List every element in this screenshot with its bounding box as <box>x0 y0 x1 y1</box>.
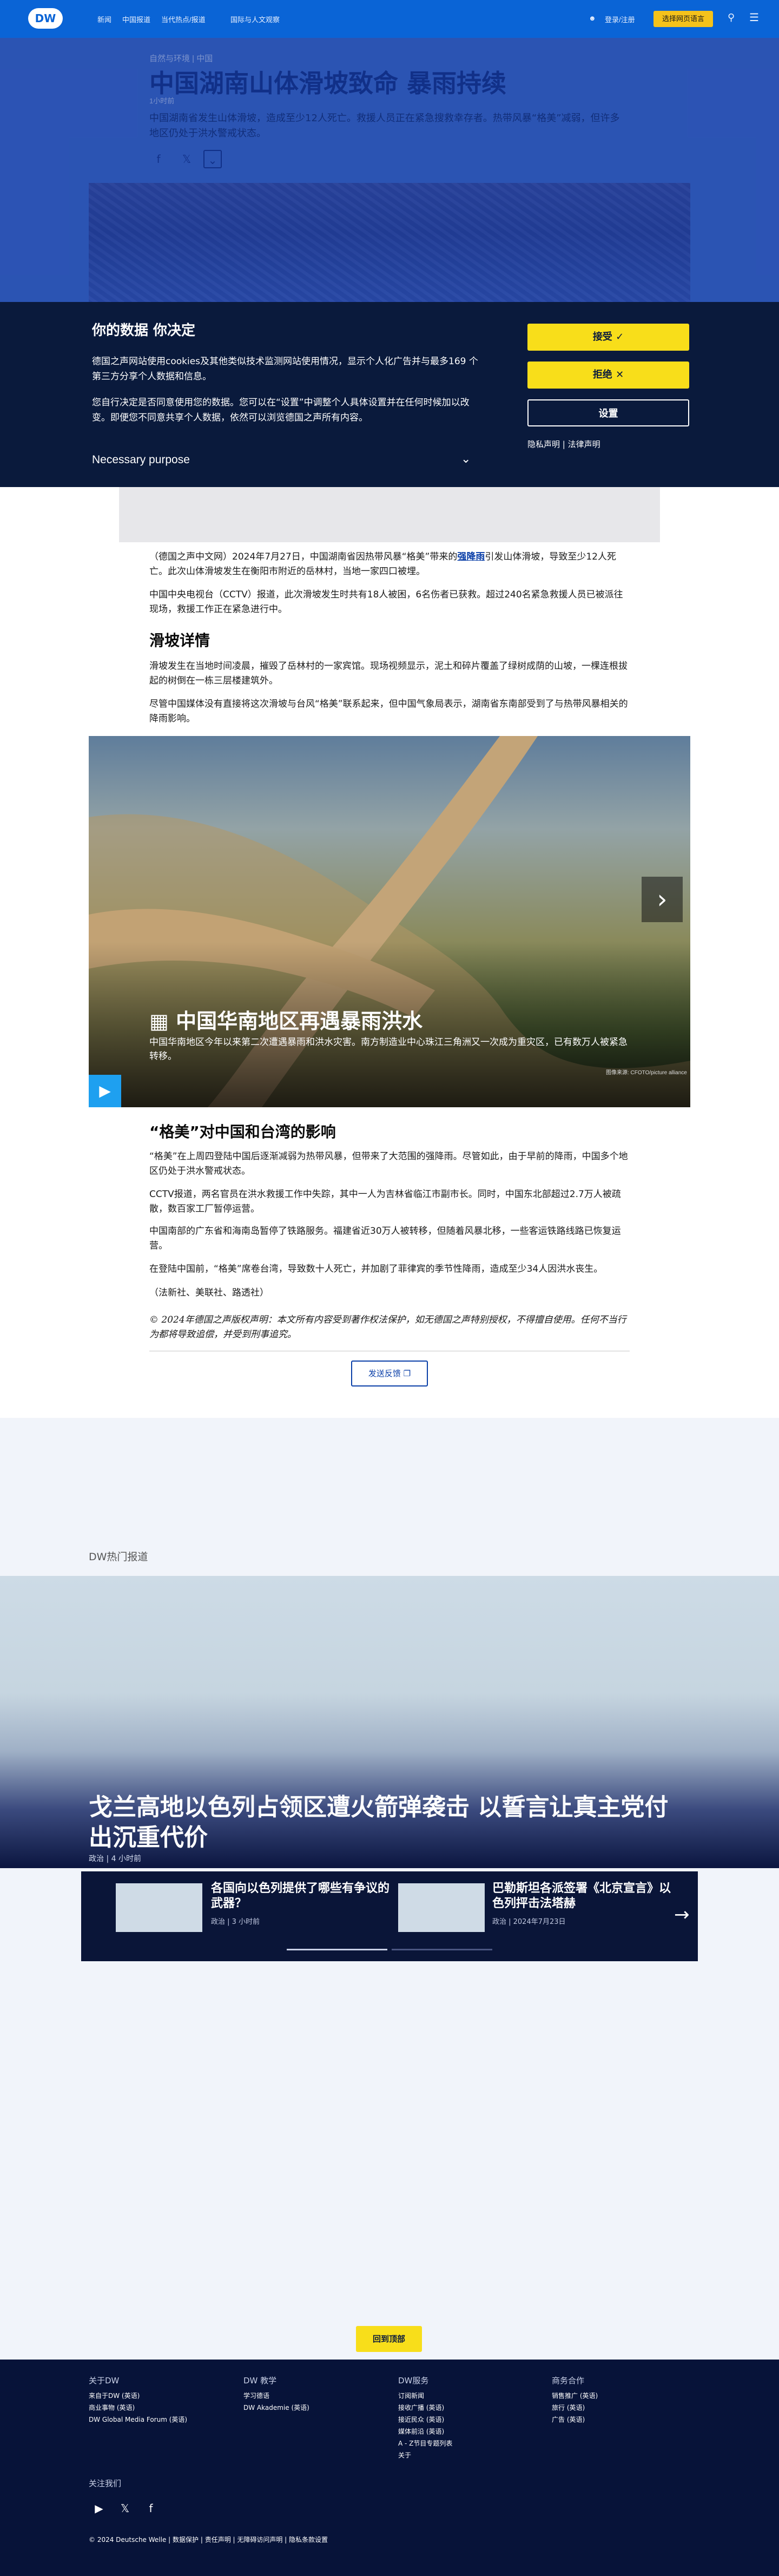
footer-link[interactable]: 接近民众 (英语) <box>398 2415 444 2424</box>
footer-link[interactable]: 媒体前沿 (英语) <box>398 2427 444 2436</box>
footer-link[interactable]: DW Akademie (英语) <box>243 2403 309 2412</box>
paragraph-5: “格美”在上周四登陆中国后逐渐减弱为热带风暴，但带来了大范围的强降雨。尽管如此，… <box>149 1151 628 1177</box>
login-link[interactable]: 登录/注册 <box>605 14 635 24</box>
footer-link[interactable]: 广告 (英语) <box>552 2415 585 2424</box>
next-arrow-icon[interactable]: › <box>642 877 683 922</box>
page: DW 新闻 中国报道 当代热点/报道 国际与人文观察 ☻ 登录/注册 选择网页语… <box>0 0 779 2576</box>
paragraph-1: （德国之声中文网）2024年7月27日，中国湖南省因热带风暴“格美”带来的强降雨… <box>149 551 616 577</box>
accept-button[interactable]: 接受 ✓ <box>527 324 689 351</box>
arrow-right-icon[interactable]: → <box>674 1904 690 1926</box>
gallery-caption: 中国华南地区今年以来第二次遭遇暴雨和洪水灾害。南方制造业中心珠江三角洲又一次成为… <box>149 1037 628 1062</box>
menu-icon[interactable]: ☰ <box>749 11 759 24</box>
hot-news-label: DW热门报道 <box>89 1551 148 1563</box>
x-icon[interactable]: 𝕏 <box>116 2499 134 2518</box>
settings-button[interactable]: 设置 <box>527 399 689 426</box>
footer-link[interactable]: 商业事物 (英语) <box>89 2403 135 2412</box>
cookie-title: 你的数据 你决定 <box>92 323 196 339</box>
search-icon[interactable]: ⚲ <box>728 12 735 23</box>
card-meta-1: 政治 | 3 小时前 <box>211 1918 260 1926</box>
footer-legal-links[interactable]: © 2024 Deutsche Welle | 数据保护 | 责任声明 | 无障… <box>89 2535 328 2544</box>
paragraph-3: 滑坡发生在当地时间凌晨，摧毁了岳林村的一家宾馆。现场视频显示，泥土和碎片覆盖了绿… <box>149 661 628 686</box>
hot-news-meta: 政治 | 4 小时前 <box>89 1855 141 1863</box>
modal-dim-overlay <box>0 38 779 303</box>
reject-button[interactable]: 拒绝 ✕ <box>527 362 689 389</box>
nav-item-china[interactable]: 中国报道 <box>122 14 150 24</box>
gallery-title[interactable]: ▦ 中国华南地区再遇暴雨洪水 <box>149 1004 422 1034</box>
facebook-icon[interactable]: f <box>142 2499 160 2518</box>
follow-us-heading: 关注我们 <box>89 2479 122 2488</box>
copy-icon: ❐ <box>403 1369 411 1378</box>
footer-heading-services: DW服务 <box>398 2376 429 2386</box>
cookie-text-2: 您自行决定是否同意使用您的数据。您可以在“设置”中调整个人具体设置并在任何时候加… <box>92 397 470 423</box>
card-thumbnail-2[interactable] <box>398 1883 485 1932</box>
carousel-indicator-active[interactable] <box>287 1949 387 1950</box>
nav-item-news[interactable]: 新闻 <box>97 14 111 24</box>
footer-link[interactable]: DW Global Media Forum (英语) <box>89 2415 187 2424</box>
paragraph-2: 中国中央电视台（CCTV）报道，此次滑坡发生时共有18人被困，6名伤者已获救。超… <box>149 589 623 615</box>
nav-item-hot-topics[interactable]: 当代热点/报道 <box>161 14 206 24</box>
subheading-details: 滑坡详情 <box>149 632 210 649</box>
copyright-note: © 2024年德国之声版权声明：本文所有内容受到著作权法保护，如无德国之声特别授… <box>149 1315 626 1340</box>
paragraph-8: 在登陆中国前，“格美”席卷台湾，导致数十人死亡，并加剧了菲律宾的季节性降雨，造成… <box>149 1264 603 1274</box>
accept-label: 接受 <box>592 331 612 343</box>
carousel-indicator[interactable] <box>392 1949 492 1950</box>
play-icon[interactable]: ▶ <box>89 1075 121 1107</box>
paragraph-7: 中国南部的广东省和海南岛暂停了铁路服务。福建省近30万人被转移，但随着风暴北移，… <box>149 1226 621 1251</box>
back-to-top-button[interactable]: 回到顶部 <box>356 2326 422 2352</box>
chevron-down-icon[interactable]: ⌄ <box>461 452 471 466</box>
cookie-text-1: 德国之声网站使用cookies及其他类似技术监测网站使用情况，显示个人化广告并与… <box>92 356 478 382</box>
paragraph-6: CCTV报道，两名官员在洪水救援工作中失踪，其中一人为吉林省临江市副市长。同时，… <box>149 1189 621 1214</box>
card-meta-2: 政治 | 2024年7月23日 <box>492 1918 566 1926</box>
gallery-icon: ▦ <box>149 1009 176 1033</box>
footer-link[interactable]: 旅行 (英语) <box>552 2403 585 2412</box>
language-select-button[interactable]: 选择网页语言 <box>653 11 713 27</box>
feedback-button[interactable]: 发送反馈 ❐ <box>351 1361 428 1386</box>
footer-heading-business: 商务合作 <box>552 2376 585 2386</box>
reject-label: 拒绝 <box>592 369 612 380</box>
login-icon[interactable]: ☻ <box>589 14 596 22</box>
subheading-impact: “格美”对中国和台湾的影响 <box>149 1123 336 1141</box>
footer-link[interactable]: A - Z节目专题列表 <box>398 2439 452 2448</box>
footer-link[interactable]: 关于 <box>398 2450 411 2460</box>
nav-item-culture[interactable]: 国际与人文观察 <box>230 14 280 24</box>
youtube-icon[interactable]: ▶ <box>90 2499 108 2518</box>
footer-link[interactable]: 学习德语 <box>243 2391 269 2400</box>
ad-placeholder <box>119 487 660 542</box>
footer-link[interactable]: 来自于DW (英语) <box>89 2391 140 2400</box>
check-icon: ✓ <box>616 331 624 343</box>
card-title-2[interactable]: 巴勒斯坦各派签署《北京宣言》以色列抨击法塔赫 <box>492 1881 671 1911</box>
paragraph-9: （法新社、美联社、路透社） <box>149 1287 269 1298</box>
footer-heading-learning: DW 教学 <box>243 2376 277 2386</box>
gallery-credit: 图像来源: CFOTO/picture alliance <box>606 1070 687 1076</box>
card-title-1[interactable]: 各国向以色列提供了哪些有争议的武器？ <box>211 1881 390 1911</box>
footer-link[interactable]: 接收广播 (英语) <box>398 2403 444 2412</box>
dw-logo[interactable]: DW <box>28 8 63 29</box>
close-icon: ✕ <box>616 369 624 380</box>
card-thumbnail-1[interactable] <box>116 1883 202 1932</box>
heavy-rain-link[interactable]: 强降雨 <box>457 551 485 562</box>
privacy-legal-links[interactable]: 隐私声明 | 法律声明 <box>527 438 600 450</box>
footer-link[interactable]: 订阅新闻 <box>398 2391 424 2400</box>
hot-news-headline[interactable]: 戈兰高地以色列占领区遭火箭弹袭击 以誓言让真主党付出沉重代价 <box>89 1792 690 1853</box>
footer-heading-about: 关于DW <box>89 2376 120 2386</box>
necessary-purpose-toggle[interactable]: Necessary purpose <box>92 454 190 466</box>
footer-link[interactable]: 销售推广 (英语) <box>552 2391 598 2400</box>
paragraph-4: 尽管中国媒体没有直接将这次滑坡与台风“格美”联系起来，但中国气象局表示，湖南省东… <box>149 699 628 724</box>
